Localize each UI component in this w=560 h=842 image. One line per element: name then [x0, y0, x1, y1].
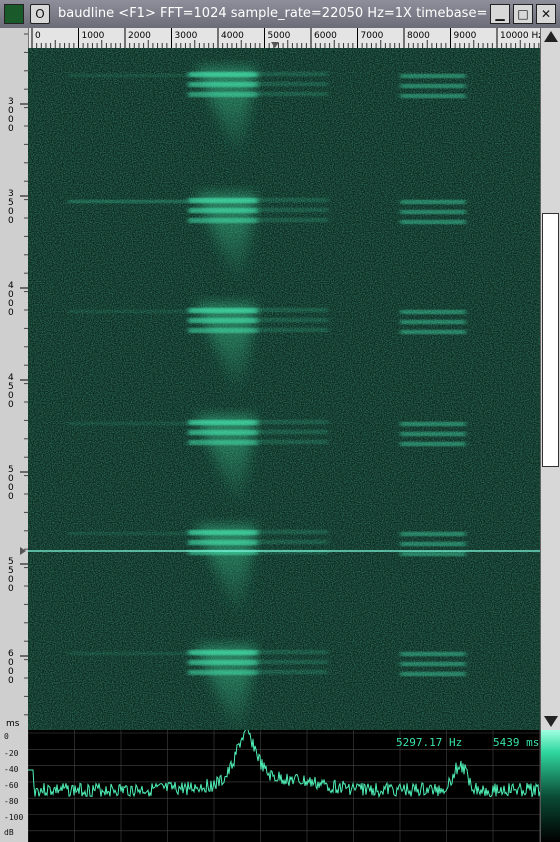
db-label-0: 0 — [4, 732, 9, 741]
svg-text:0: 0 — [8, 492, 14, 502]
frequency-tick-label: 9000 — [454, 31, 477, 41]
spectrogram-display[interactable] — [28, 48, 540, 730]
frequency-ruler-graphic: 0 1000 2000 3000 4000 5000 6000 7000 8000 9000 100… — [31, 28, 540, 48]
time-ruler[interactable]: 3 0 0 0 3 5 0 0 4 0 0 0 4 5 0 0 5 0 0 0 5 5 0 0 6 0 0 0 ms — [0, 28, 29, 730]
time-tick-label: 4000 — [8, 281, 14, 318]
time-tick-label: 6000 — [8, 649, 14, 686]
db-label-100: -100 — [4, 813, 24, 822]
svg-text:0: 0 — [8, 676, 14, 686]
vertical-scrollbar[interactable] — [540, 28, 560, 730]
frequency-tick-label: 3000 — [175, 31, 198, 41]
time-unit-label: ms — [6, 719, 20, 729]
maximize-button[interactable]: □ — [513, 4, 533, 24]
baudline-app-icon[interactable] — [4, 4, 24, 24]
time-tick-label: 5500 — [8, 557, 14, 594]
frequency-tick-label: 2000 — [128, 31, 151, 41]
svg-text:0: 0 — [8, 400, 14, 410]
scroll-up-arrow-icon[interactable] — [544, 31, 558, 42]
color-aperture-bar[interactable] — [540, 730, 560, 842]
time-tick-label: 3500 — [8, 189, 14, 226]
minimize-button[interactable]: ▁ — [490, 4, 510, 24]
time-ruler-graphic: 3000 3500 4000 4500 5000 5500 6000 ms — [6, 33, 28, 729]
frequency-readout: 5297.17 Hz — [396, 736, 463, 749]
svg-text:0: 0 — [8, 308, 14, 318]
time-tick-label: 3000 — [8, 97, 14, 134]
frequency-tick-label: 10000 Hz — [500, 31, 540, 41]
scroll-down-arrow-icon[interactable] — [544, 716, 558, 727]
frequency-tick-label: 7000 — [361, 31, 384, 41]
scrollbar-thumb[interactable] — [542, 213, 559, 467]
time-tick-label: 5000 — [8, 465, 14, 502]
window-titlebar[interactable]: O baudline <F1> FFT=1024 sample_rate=220… — [0, 0, 560, 29]
frequency-tick-label: 4000 — [221, 31, 244, 41]
db-label-40: -40 — [4, 765, 19, 774]
window-menu-button[interactable]: O — [30, 4, 50, 24]
svg-text:0: 0 — [8, 124, 14, 134]
window-title: baudline <F1> FFT=1024 sample_rate=22050… — [58, 6, 488, 21]
db-label-80: -80 — [4, 797, 19, 806]
db-label-20: -20 — [4, 749, 19, 758]
time-readout: 5439 ms — [493, 736, 540, 749]
frequency-tick-label: 8000 — [407, 31, 430, 41]
spectrum-display[interactable]: 5297.17 Hz 5439 ms — [28, 730, 540, 842]
db-label-60: -60 — [4, 781, 19, 790]
time-tick-label: 4500 — [8, 373, 14, 410]
frequency-tick-label: 5000 — [268, 31, 291, 41]
frequency-tick-label: 6000 — [314, 31, 337, 41]
svg-text:0: 0 — [8, 216, 14, 226]
db-unit-label: dB — [4, 828, 14, 837]
time-marker-icon — [20, 547, 26, 555]
db-axis: 0 -20 -40 -60 -80 -100 dB — [0, 730, 28, 842]
frequency-tick-label: 0 — [35, 31, 41, 41]
frequency-tick-label: 1000 — [82, 31, 105, 41]
close-button[interactable]: ✕ — [536, 4, 556, 24]
spectrum-trace — [28, 730, 540, 799]
spectrum-graphic — [28, 730, 540, 842]
spectrogram-graphic — [28, 48, 540, 730]
frequency-ruler[interactable]: 0 1000 2000 3000 4000 5000 6000 7000 8000 9000 100… — [28, 28, 540, 49]
svg-text:0: 0 — [8, 584, 14, 594]
